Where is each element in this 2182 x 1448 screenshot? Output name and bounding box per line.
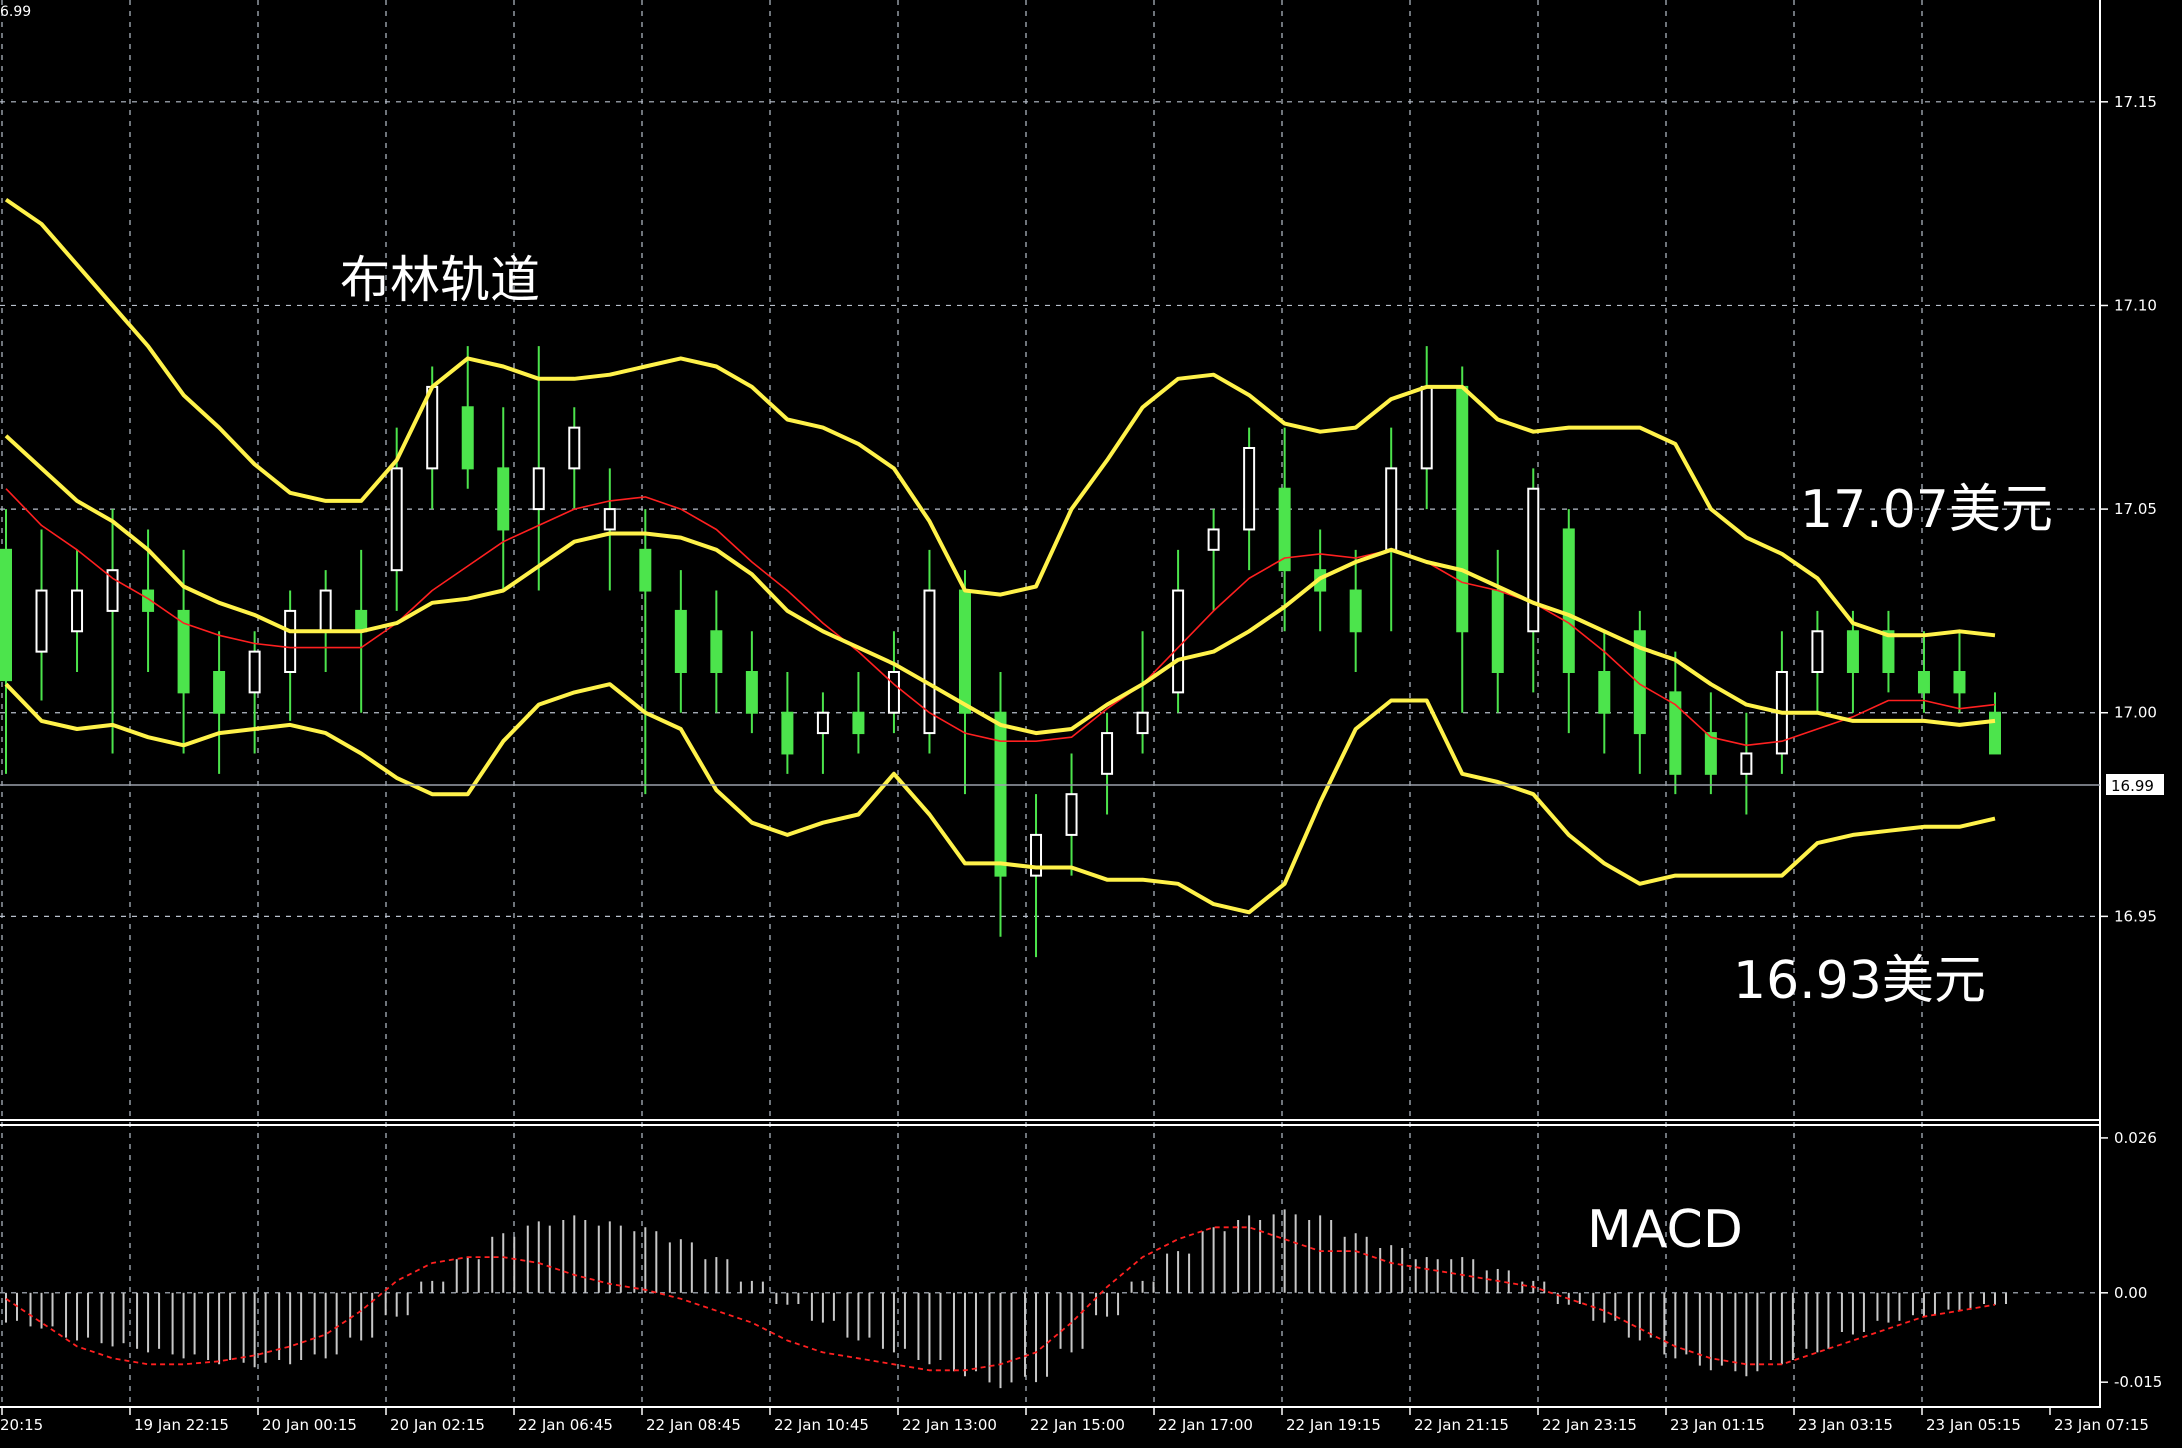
candle-body: [426, 385, 439, 470]
candle-body: [1917, 671, 1930, 694]
candle-body: [781, 711, 794, 755]
candle-body: [71, 589, 84, 633]
macd-label: MACD: [1587, 1200, 1743, 1260]
candle-body: [603, 508, 616, 531]
candle-body: [532, 467, 545, 511]
candle-body: [1420, 385, 1433, 470]
candle-body: [213, 671, 226, 714]
candle-body: [568, 426, 581, 470]
candle-body: [710, 630, 723, 673]
candle-body: [887, 671, 900, 714]
time-tick-label: 23 Jan 07:15: [2054, 1416, 2149, 1434]
macd-tick-label: -0.015: [2114, 1373, 2162, 1391]
candle-body: [1136, 711, 1149, 735]
time-tick-label: 19 Jan 22:15: [134, 1416, 229, 1434]
price-tick-label: 17.10: [2114, 296, 2157, 314]
candle-body: [1065, 793, 1078, 836]
candle-body: [1172, 589, 1185, 694]
time-tick-label: 20 Jan 00:15: [262, 1416, 357, 1434]
candle-body: [1989, 711, 2001, 755]
time-tick-label: 22 Jan 13:00: [902, 1416, 997, 1434]
price-tick-label: 17.05: [2114, 500, 2157, 518]
price-tick-label: 16.95: [2114, 907, 2157, 925]
candle-body: [248, 650, 261, 694]
price-tick-label: 17.15: [2114, 93, 2157, 111]
time-tick-label: 23 Jan 03:15: [1798, 1416, 1893, 1434]
candle-body: [1953, 671, 1966, 694]
candle-body: [355, 609, 368, 633]
time-tick-label: 20:15: [0, 1416, 43, 1434]
time-tick-label: 22 Jan 08:45: [646, 1416, 741, 1434]
time-tick-label: 23 Jan 05:15: [1926, 1416, 2021, 1434]
candle-body: [0, 548, 12, 682]
candle-body: [1704, 732, 1717, 775]
candle-body: [1562, 528, 1575, 673]
candle-body: [461, 406, 474, 470]
candle-body: [1846, 630, 1859, 673]
candle-body: [994, 711, 1007, 877]
candle-body: [35, 589, 48, 653]
candle-body: [1243, 447, 1256, 531]
candle-body: [319, 589, 332, 633]
indicator-name-label: 布林轨道: [340, 251, 540, 309]
chart-window: 17.15 17.10 17.05 17.00 16.95 0.026 0.00 -0.015…: [0, 0, 2182, 1444]
time-tick-label: 22 Jan 23:15: [1542, 1416, 1637, 1434]
candle-body: [497, 467, 510, 531]
candle-body: [1491, 589, 1504, 674]
candle-body: [390, 467, 403, 572]
time-tick-label: 22 Jan 19:15: [1286, 1416, 1381, 1434]
time-tick-label: 22 Jan 21:15: [1414, 1416, 1509, 1434]
candle-body: [1349, 589, 1362, 633]
chart-svg: 17.15 17.10 17.05 17.00 16.95 0.026 0.00 -0.015…: [0, 0, 2182, 1444]
macd-tick-label: 0.00: [2114, 1284, 2147, 1302]
candle-body: [1811, 630, 1824, 673]
candle-body: [1456, 385, 1469, 633]
current-price-label: 16.99: [2111, 777, 2154, 795]
candle-body: [816, 711, 829, 735]
candle-body: [639, 548, 652, 592]
candle-body: [284, 609, 297, 674]
upper-band-price-annotation: 17.07美元: [1800, 480, 2053, 540]
candle-body: [958, 589, 971, 714]
corner-price-label: 6.99: [0, 4, 31, 20]
candle-body: [1882, 630, 1895, 673]
candle-body: [1385, 467, 1398, 551]
lower-band-price-annotation: 16.93美元: [1733, 951, 1986, 1011]
time-tick-label: 22 Jan 06:45: [518, 1416, 613, 1434]
candle-body: [1598, 671, 1611, 714]
candle-body: [1207, 528, 1220, 551]
time-tick-label: 22 Jan 15:00: [1030, 1416, 1125, 1434]
candle-body: [852, 711, 865, 735]
candle-body: [674, 609, 687, 674]
candle-body: [1527, 487, 1540, 633]
price-tick-label: 17.00: [2114, 704, 2157, 722]
candle-body: [1101, 732, 1114, 775]
candle-body: [1030, 833, 1043, 877]
macd-tick-label: 0.026: [2114, 1129, 2157, 1147]
time-tick-label: 23 Jan 01:15: [1670, 1416, 1765, 1434]
candle-body: [745, 671, 758, 714]
candle-body: [1740, 752, 1753, 775]
time-tick-label: 20 Jan 02:15: [390, 1416, 485, 1434]
time-tick-label: 22 Jan 10:45: [774, 1416, 869, 1434]
time-tick-label: 22 Jan 17:00: [1158, 1416, 1253, 1434]
